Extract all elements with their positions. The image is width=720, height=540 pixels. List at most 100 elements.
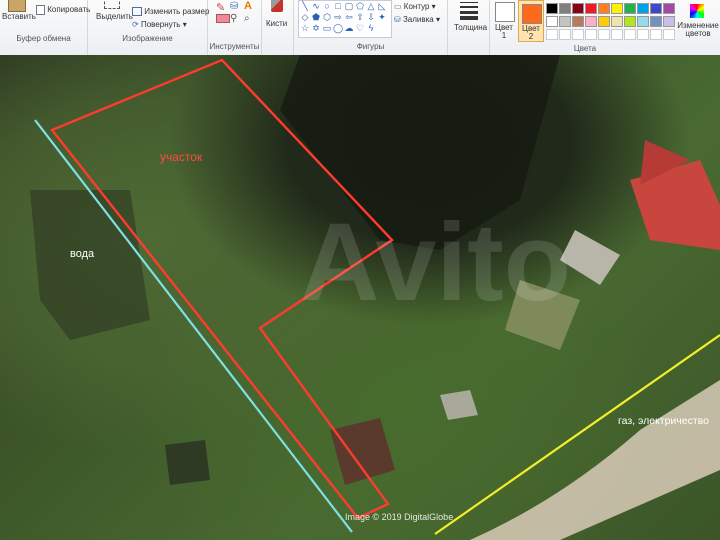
shapes-group: ╲ ∿ ○ □ ▢ ⬠ △ ◺ ◇ ⬟ ⬡ ⇨ ⇦ ⇧ ⇩ ✦ ☆ ✡ ▭ ◯ …	[294, 0, 448, 55]
custom-color-slot[interactable]	[624, 29, 636, 40]
palette-swatch[interactable]	[585, 16, 597, 27]
tools-group: ✎ ⛁ A ⚲ ⌕ Инструменты	[208, 0, 262, 55]
magnifier-icon[interactable]: ⌕	[244, 13, 250, 24]
palette-swatch[interactable]	[572, 3, 584, 14]
custom-color-slot[interactable]	[650, 29, 662, 40]
pencil-icon[interactable]: ✎	[216, 1, 225, 14]
size-button[interactable]: Толщина	[452, 0, 487, 36]
right-arrow-shape-icon[interactable]: ⇨	[333, 13, 343, 22]
palette-swatch[interactable]	[650, 16, 662, 27]
small-outbuilding	[440, 390, 478, 420]
palette-swatch[interactable]	[611, 3, 623, 14]
palette-swatch[interactable]	[559, 16, 571, 27]
right-triangle-shape-icon[interactable]: ◺	[377, 2, 387, 11]
custom-color-slot[interactable]	[559, 29, 571, 40]
left-arrow-shape-icon[interactable]: ⇦	[344, 13, 354, 22]
palette-swatch[interactable]	[546, 16, 558, 27]
copy-button[interactable]: Копировать	[36, 5, 90, 15]
curve-shape-icon[interactable]: ∿	[311, 2, 321, 11]
palette-swatch[interactable]	[572, 16, 584, 27]
polygon-shape-icon[interactable]: ⬠	[355, 2, 365, 11]
palette-swatch[interactable]	[624, 3, 636, 14]
shapes-group-label: Фигуры	[356, 42, 385, 51]
star-shape-icon[interactable]: ☆	[300, 24, 310, 33]
eraser-icon[interactable]	[216, 14, 230, 23]
edit-colors-label: Изменение цветов	[677, 21, 719, 38]
custom-color-slot[interactable]	[598, 29, 610, 40]
dirt-road	[470, 380, 720, 540]
line-thickness-icon	[460, 2, 478, 20]
palette-swatch[interactable]	[598, 16, 610, 27]
callout-shape-icon[interactable]: ▭	[322, 24, 332, 33]
text-tool-icon[interactable]: A	[244, 0, 252, 12]
chevron-down-icon: ▾	[435, 15, 440, 24]
heart-shape-icon[interactable]: ♡	[355, 24, 365, 33]
satellite-map-canvas[interactable]: Avito участок вода газ, электричество Im…	[0, 55, 720, 540]
custom-color-slot[interactable]	[585, 29, 597, 40]
palette-swatch[interactable]	[559, 3, 571, 14]
color-wheel-icon	[690, 4, 704, 18]
chevron-down-icon: ▾	[182, 20, 187, 29]
paste-label: Вставить	[2, 12, 36, 21]
palette-swatch[interactable]	[598, 3, 610, 14]
pentagon-shape-icon[interactable]: ⬟	[311, 13, 321, 22]
outline-label: Контур	[403, 2, 430, 11]
lightning-shape-icon[interactable]: ϟ	[366, 24, 376, 33]
select-label: Выделить	[96, 12, 133, 21]
image-group-label: Изображение	[122, 34, 173, 43]
shed-roof	[330, 418, 395, 485]
color2-button[interactable]: Цвет 2	[518, 0, 544, 42]
color1-label: Цвет 1	[495, 23, 513, 40]
outline-button[interactable]: ▭ Контур ▾	[394, 2, 436, 11]
brushes-button[interactable]: Кисти	[265, 0, 291, 34]
paste-button[interactable]: Вставить	[2, 0, 36, 28]
rounded-rectangle-shape-icon[interactable]: ▢	[344, 2, 354, 11]
color2-swatch	[522, 4, 542, 24]
color-picker-icon[interactable]: ⚲	[230, 13, 237, 24]
palette-swatch[interactable]	[663, 16, 675, 27]
rotate-button[interactable]: ⟳ Повернуть ▾	[132, 20, 187, 29]
up-arrow-shape-icon[interactable]: ⇧	[355, 13, 365, 22]
custom-color-slot[interactable]	[572, 29, 584, 40]
palette-swatch[interactable]	[585, 3, 597, 14]
custom-color-slot[interactable]	[637, 29, 649, 40]
dark-outbuilding	[165, 440, 210, 485]
palette-swatch[interactable]	[663, 3, 675, 14]
edit-colors-button[interactable]: Изменение цветов	[676, 0, 720, 46]
size-group: Толщина	[448, 0, 490, 55]
color2-label: Цвет 2	[522, 24, 540, 41]
custom-color-slot[interactable]	[546, 29, 558, 40]
custom-color-slot[interactable]	[663, 29, 675, 40]
callout-oval-shape-icon[interactable]: ◯	[333, 24, 343, 33]
color1-button[interactable]: Цвет 1	[492, 0, 516, 42]
cloud-shape-icon[interactable]: ☁	[344, 24, 354, 33]
resize-button[interactable]: Изменить размер	[132, 7, 209, 17]
palette-swatch[interactable]	[637, 16, 649, 27]
select-button[interactable]: Выделить	[94, 0, 133, 28]
star-six-shape-icon[interactable]: ✡	[311, 24, 321, 33]
hexagon-shape-icon[interactable]: ⬡	[322, 13, 332, 22]
line-shape-icon[interactable]: ╲	[300, 2, 310, 11]
star-four-shape-icon[interactable]: ✦	[377, 13, 387, 22]
fill-button[interactable]: ⛁ Заливка ▾	[394, 15, 440, 24]
diamond-shape-icon[interactable]: ◇	[300, 13, 310, 22]
palette-swatch[interactable]	[650, 3, 662, 14]
plot-label: участок	[160, 150, 203, 164]
imagery-credit: Image © 2019 DigitalGlobe	[345, 512, 454, 522]
copy-label: Копировать	[47, 5, 91, 15]
oval-shape-icon[interactable]: ○	[322, 2, 332, 11]
triangle-shape-icon[interactable]: △	[366, 2, 376, 11]
palette-swatch[interactable]	[637, 3, 649, 14]
down-arrow-shape-icon[interactable]: ⇩	[366, 13, 376, 22]
rectangle-shape-icon[interactable]: □	[333, 2, 343, 11]
map-drawing: Avito	[30, 55, 720, 540]
brushes-label: Кисти	[266, 19, 288, 28]
palette-swatch[interactable]	[611, 16, 623, 27]
palette-swatch[interactable]	[546, 3, 558, 14]
color1-swatch	[495, 2, 515, 22]
shapes-gallery[interactable]: ╲ ∿ ○ □ ▢ ⬠ △ ◺ ◇ ⬟ ⬡ ⇨ ⇦ ⇧ ⇩ ✦ ☆ ✡ ▭ ◯ …	[298, 0, 392, 38]
fill-bucket-icon[interactable]: ⛁	[230, 1, 238, 12]
custom-color-slot[interactable]	[611, 29, 623, 40]
palette-swatch[interactable]	[624, 16, 636, 27]
color-palette	[546, 3, 694, 43]
